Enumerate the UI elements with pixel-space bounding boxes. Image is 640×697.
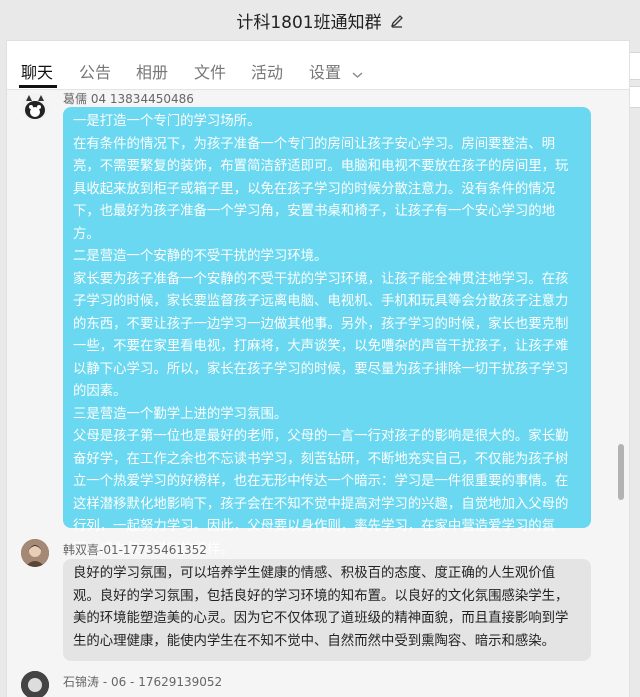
message-sender: 韩双喜-01-17735461352 (63, 543, 207, 557)
avatar[interactable] (21, 671, 49, 697)
message-sender: 石锦涛 - 06 - 17629139052 (63, 675, 223, 689)
tab-announcements[interactable]: 公告 (79, 59, 111, 83)
chat-scrollbar[interactable] (618, 444, 624, 500)
avatar[interactable] (21, 539, 49, 567)
tab-files[interactable]: 文件 (194, 59, 226, 83)
message-paragraph: 良好的学习氛围，可以培养学生健康的情感、积极百的态度、度正确的人生观价值观。良好… (73, 566, 569, 649)
message-paragraph: 三是营造一个勤学上进的学习氛围。 (73, 406, 288, 422)
tab-settings-label: 设置 (309, 63, 342, 82)
group-title: 计科1801班通知群 (236, 12, 382, 33)
pencil-edit-icon[interactable] (390, 13, 404, 28)
tab-activities[interactable]: 活动 (251, 59, 283, 83)
message-bubble[interactable]: 一是打造一个专门的学习场所。 在有条件的情况下，为孩子准备一个专门的房间让孩子安… (63, 107, 591, 557)
tab-chat[interactable]: 聊天 (21, 59, 53, 83)
message-bubble[interactable]: 良好的学习氛围，可以培养学生健康的情感、积极百的态度、度正确的人生观价值观。良好… (63, 559, 591, 661)
group-panel: 聊天 公告 相册 文件 活动 设置 葛儒 04 13834450486 一是打造… (6, 40, 630, 697)
message-paragraph: 在有条件的情况下，为孩子准备一个专门的房间让孩子安心学习。房间要整洁、明亮，不需… (73, 136, 569, 242)
message-paragraph: 二是营造一个安静的不受干扰的学习环境。 (73, 249, 328, 264)
side-window-edge (629, 52, 640, 80)
window-titlebar: 计科1801班通知群 (0, 0, 640, 40)
tab-album[interactable]: 相册 (136, 59, 168, 83)
tab-bar: 聊天 公告 相册 文件 活动 设置 (7, 41, 629, 90)
avatar[interactable] (21, 93, 49, 121)
message-sender: 葛儒 04 13834450486 (63, 92, 194, 106)
message-paragraph: 一是打造一个专门的学习场所。 (73, 114, 261, 129)
chevron-down-icon (352, 64, 363, 83)
active-tab-indicator (19, 85, 57, 88)
tab-settings[interactable]: 设置 (309, 59, 363, 83)
chat-history[interactable]: 葛儒 04 13834450486 一是打造一个专门的学习场所。 在有条件的情况… (7, 89, 629, 697)
side-window-edge (629, 86, 640, 108)
message-paragraph: 家长要为孩子准备一个安静的不受干扰的学习环境，让孩子能全神贯注地学习。在孩子学习… (73, 271, 569, 400)
